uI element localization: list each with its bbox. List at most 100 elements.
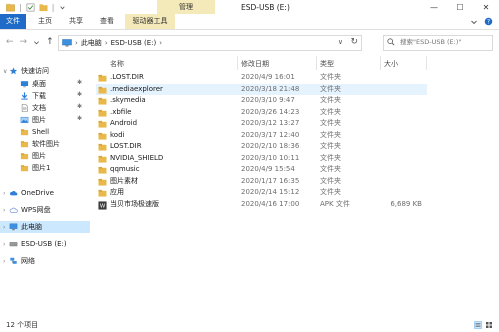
- sidebar-item-shell[interactable]: Shell: [0, 126, 90, 138]
- file-name: .skymedia: [110, 96, 146, 104]
- sidebar-item-wps-cloud[interactable]: › WPS网盘: [0, 204, 90, 216]
- file-row[interactable]: LOST.DIR 2020/2/10 18:36 文件夹: [96, 141, 427, 153]
- ribbon-tabs: 文件 主页 共享 查看 驱动器工具 ?: [0, 14, 499, 30]
- sidebar-item-onedrive[interactable]: › OneDrive: [0, 187, 90, 199]
- breadcrumb-this-pc[interactable]: 此电脑: [78, 38, 105, 48]
- navigation-pane: ∨ 快速访问 桌面 ✱ 下载 ✱ 文档 ✱ 图片 ✱ Shell 软件图片 图片…: [0, 58, 90, 316]
- file-row[interactable]: W 当贝市场极速版 2020/4/16 17:00 APK 文件 6,689 K…: [96, 199, 427, 211]
- sidebar-item-pictures1[interactable]: 图片1: [0, 162, 90, 174]
- tab-file[interactable]: 文件: [0, 14, 26, 29]
- column-divider[interactable]: [237, 56, 238, 70]
- sidebar-item-pictures[interactable]: 图片 ✱: [0, 114, 90, 126]
- column-header-size[interactable]: 大小: [384, 58, 398, 70]
- sidebar-item-downloads[interactable]: 下载 ✱: [0, 90, 90, 102]
- column-divider[interactable]: [316, 56, 317, 70]
- computer-icon: [9, 223, 18, 231]
- address-dropdown-icon[interactable]: ∨: [338, 38, 343, 46]
- tab-share[interactable]: 共享: [64, 14, 88, 29]
- folder-icon: [20, 141, 29, 148]
- file-date: 2020/3/26 14:23: [241, 107, 300, 116]
- file-name: NVIDIA_SHIELD: [110, 153, 164, 162]
- new-folder-icon[interactable]: [39, 3, 48, 12]
- column-header-name[interactable]: 名称: [110, 58, 124, 70]
- file-size: [358, 107, 422, 119]
- back-arrow-icon[interactable]: ←: [6, 36, 14, 48]
- file-date: 2020/3/12 13:27: [241, 119, 300, 127]
- view-switcher: [474, 321, 493, 329]
- customize-toolbar-icon[interactable]: [58, 3, 67, 12]
- cloud-icon: [10, 191, 18, 196]
- folder-icon: [98, 155, 107, 163]
- file-row[interactable]: kodi 2020/3/17 12:40 文件夹: [96, 130, 427, 142]
- tab-view[interactable]: 查看: [95, 14, 119, 29]
- file-type: 文件夹: [320, 142, 341, 150]
- properties-icon[interactable]: [26, 3, 35, 12]
- pin-icon[interactable]: ✱: [77, 91, 82, 98]
- file-date: 2020/2/10 18:36: [241, 142, 300, 150]
- status-bar: 12 个项目: [0, 318, 499, 332]
- file-row[interactable]: 图片素材 2020/1/17 16:35 文件夹: [96, 176, 427, 188]
- file-size: [358, 95, 422, 107]
- file-size: [358, 176, 422, 188]
- search-box[interactable]: [383, 35, 493, 51]
- file-type: 文件夹: [320, 107, 341, 116]
- help-icon[interactable]: ?: [484, 17, 493, 26]
- search-input[interactable]: [384, 36, 492, 48]
- breadcrumb-esd-usb[interactable]: ESD-USB (E:): [108, 39, 160, 47]
- file-date: 2020/1/17 16:35: [241, 176, 300, 185]
- sidebar-item-label: 快速访问: [21, 67, 49, 75]
- file-row[interactable]: qqmusic 2020/4/9 15:54 文件夹: [96, 164, 427, 176]
- column-header-date[interactable]: 修改日期: [241, 58, 269, 70]
- sidebar-item-this-pc[interactable]: › 此电脑: [0, 221, 90, 233]
- file-size: [358, 153, 422, 165]
- sidebar-item-desktop[interactable]: 桌面 ✱: [0, 78, 90, 90]
- network-icon: [10, 257, 17, 264]
- refresh-icon[interactable]: ↻: [350, 37, 358, 47]
- file-row[interactable]: .LOST.DIR 2020/4/9 16:01 文件夹: [96, 72, 427, 84]
- drive-icon: [9, 242, 18, 247]
- file-row[interactable]: Android 2020/3/12 13:27 文件夹: [96, 118, 427, 130]
- sidebar-item-esd-usb[interactable]: › ESD-USB (E:): [0, 238, 90, 250]
- address-bar[interactable]: › 此电脑 › ESD-USB (E:) › ∨ ↻: [58, 35, 362, 51]
- large-icons-view-icon[interactable]: [485, 321, 493, 329]
- vertical-scrollbar[interactable]: [492, 58, 499, 316]
- tab-home[interactable]: 主页: [33, 14, 57, 29]
- column-header-type[interactable]: 类型: [320, 58, 334, 70]
- pin-icon[interactable]: ✱: [77, 79, 82, 86]
- file-row[interactable]: .mediaexplorer 2020/3/18 21:48 文件夹: [96, 83, 427, 95]
- column-divider[interactable]: [426, 56, 427, 70]
- sidebar-item-pictures-folder[interactable]: 图片: [0, 150, 90, 162]
- file-row[interactable]: .xbfile 2020/3/26 14:23 文件夹: [96, 107, 427, 119]
- up-arrow-icon[interactable]: ↑: [46, 36, 54, 48]
- file-size: [358, 164, 422, 176]
- file-row[interactable]: .skymedia 2020/3/10 9:47 文件夹: [96, 95, 427, 107]
- file-type: 文件夹: [320, 176, 341, 185]
- details-view-icon[interactable]: [474, 321, 482, 329]
- tab-drive-tools[interactable]: 驱动器工具: [125, 14, 175, 29]
- file-date: 2020/3/17 12:40: [241, 130, 300, 139]
- forward-arrow-icon[interactable]: →: [20, 36, 28, 48]
- download-icon: [21, 92, 28, 100]
- sidebar-item-quick-access[interactable]: ∨ 快速访问: [0, 65, 90, 77]
- navigation-buttons: ← → ↑: [6, 36, 54, 48]
- sidebar-item-label: WPS网盘: [21, 206, 51, 214]
- sidebar-item-label: Shell: [32, 128, 50, 136]
- expand-ribbon-icon[interactable]: [470, 18, 478, 26]
- file-name: 图片素材: [110, 176, 138, 185]
- pin-icon[interactable]: ✱: [77, 115, 82, 122]
- file-row[interactable]: NVIDIA_SHIELD 2020/3/10 10:11 文件夹: [96, 153, 427, 165]
- pin-icon[interactable]: ✱: [77, 103, 82, 110]
- folder-icon: [98, 86, 107, 94]
- sidebar-item-label: ESD-USB (E:): [21, 240, 67, 248]
- folder-icon: [98, 109, 107, 117]
- sidebar-item-software-pictures[interactable]: 软件图片: [0, 138, 90, 150]
- breadcrumb-chevron-icon[interactable]: ›: [159, 39, 162, 47]
- file-row[interactable]: 应用 2020/2/14 15:12 文件夹: [96, 187, 427, 199]
- sidebar-item-network[interactable]: › 网络: [0, 255, 90, 267]
- file-date: 2020/3/18 21:48: [241, 84, 300, 93]
- recent-locations-icon[interactable]: [33, 39, 40, 46]
- column-divider[interactable]: [380, 56, 381, 70]
- sidebar-item-documents[interactable]: 文档 ✱: [0, 102, 90, 114]
- toolbar-separator: |: [51, 3, 55, 12]
- item-count: 12 个项目: [6, 321, 39, 329]
